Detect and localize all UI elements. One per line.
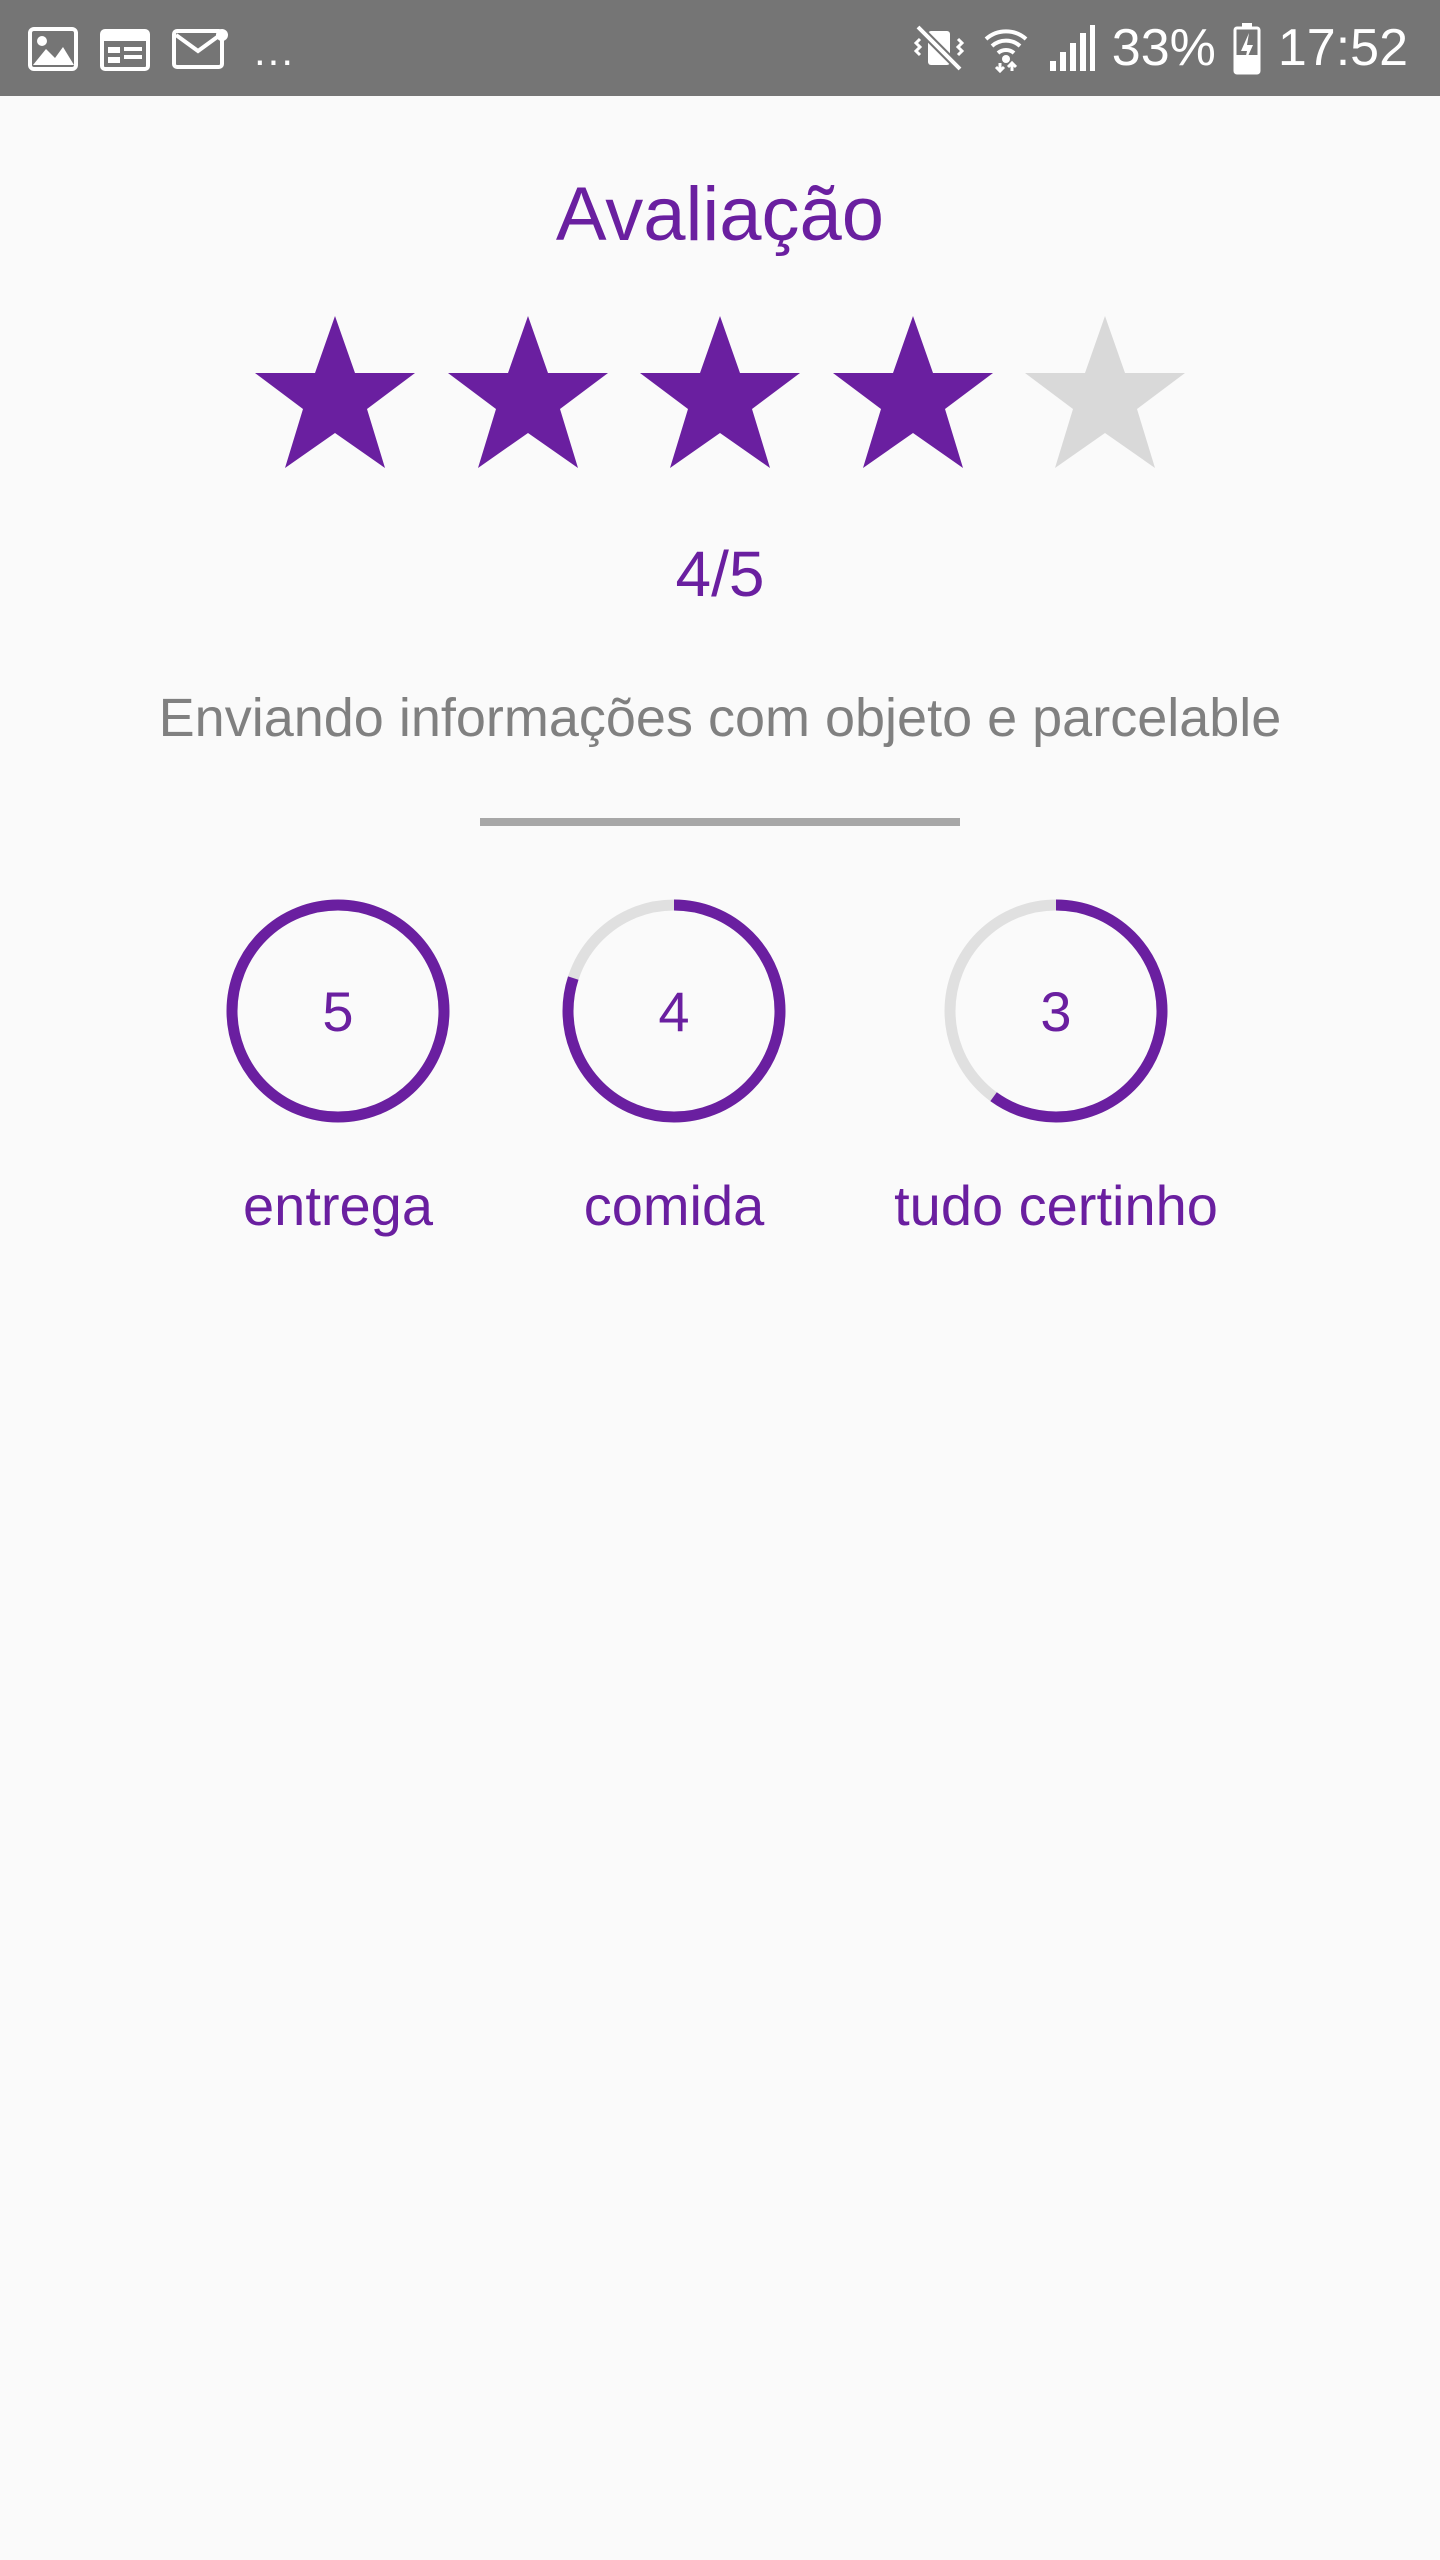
battery-percentage: 33% xyxy=(1111,19,1216,77)
progress-ring: 5 xyxy=(222,895,454,1127)
status-bar: ... 33% 17:52 xyxy=(0,0,1440,96)
progress-ring: 4 xyxy=(558,895,790,1127)
divider xyxy=(480,818,960,826)
star-icon-2[interactable] xyxy=(443,312,613,474)
metric-comida: 4 comida xyxy=(464,895,884,1239)
metric-value: 5 xyxy=(322,979,354,1043)
clock: 17:52 xyxy=(1277,19,1408,77)
metric-label: comida xyxy=(583,1174,765,1237)
star-icon-5[interactable] xyxy=(1020,312,1190,474)
star-icon-1[interactable] xyxy=(250,312,420,474)
more-notifications: ... xyxy=(254,27,296,74)
battery-charging-icon xyxy=(1232,21,1262,75)
status-bar-notifications: ... xyxy=(28,24,295,74)
metric-label: tudo certinho xyxy=(894,1174,1218,1237)
progress-ring: 3 xyxy=(940,895,1172,1127)
signal-icon xyxy=(1046,23,1096,73)
metric-value: 3 xyxy=(1040,979,1072,1043)
mail-icon xyxy=(172,27,228,71)
metric-tudo-certinho: 3 tudo certinho xyxy=(846,895,1266,1239)
calendar-icon xyxy=(100,27,150,71)
wifi-icon xyxy=(982,23,1030,73)
star-icon-4[interactable] xyxy=(828,312,998,474)
rating-score: 4/5 xyxy=(675,538,765,610)
star-rating[interactable] xyxy=(250,312,1190,474)
page-title: Avaliação xyxy=(555,172,885,257)
vibrate-mute-icon xyxy=(912,23,966,73)
metric-value: 4 xyxy=(658,979,690,1043)
rating-subtitle: Enviando informações com objeto e parcel… xyxy=(158,688,1282,748)
image-icon xyxy=(28,27,78,71)
star-icon-3[interactable] xyxy=(635,312,805,474)
status-bar-system: 33% 17:52 xyxy=(912,20,1408,76)
